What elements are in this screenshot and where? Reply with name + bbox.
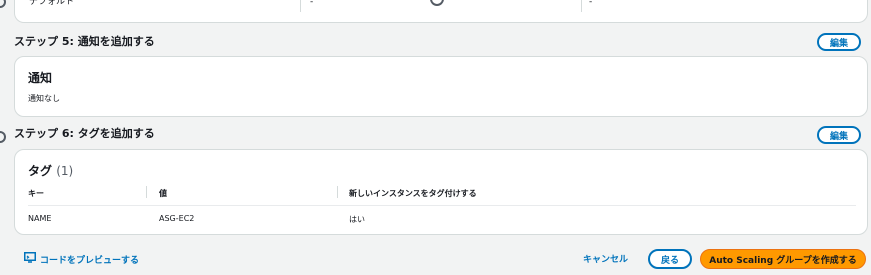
top-cell-1: デフォルト (29, 0, 75, 7)
notification-body: 通知なし (28, 94, 60, 103)
step5-title: ステップ 5: 通知を追加する (14, 35, 155, 48)
cancel-button[interactable]: キャンセル (583, 252, 628, 265)
column-header-tag-new: 新しいインスタンスをタグ付けする (349, 189, 477, 198)
preview-code-link[interactable]: コードをプレビューする (24, 252, 139, 266)
edge-marker-icon (0, 0, 6, 8)
step6-edit-button[interactable]: 編集 (817, 126, 861, 144)
step5-edit-button[interactable]: 編集 (817, 33, 861, 51)
code-preview-icon (24, 252, 36, 266)
notification-panel: 通知 通知なし (14, 56, 868, 117)
column-header-key: キー (28, 189, 44, 198)
cell-key: NAME (28, 214, 52, 223)
column-divider (146, 186, 147, 198)
preview-code-label: コードをプレビューする (40, 255, 140, 266)
tags-heading: タグ (1) (28, 162, 73, 179)
cell-tag-new: はい (349, 215, 365, 224)
top-cell-3: - (589, 0, 593, 7)
tags-panel: タグ (1) キー 値 新しいインスタンスをタグ付けする NAME ASG-EC… (14, 149, 868, 235)
edge-marker-icon (0, 131, 6, 143)
top-cell-2: - (310, 0, 314, 7)
column-header-value: 値 (159, 189, 167, 198)
step6-title: ステップ 6: タグを追加する (14, 127, 155, 140)
divider (300, 0, 301, 12)
tags-heading-label: タグ (28, 164, 53, 178)
table-row-separator (28, 205, 856, 206)
cell-value: ASG-EC2 (159, 214, 195, 223)
tags-count: (1) (56, 164, 74, 178)
back-button[interactable]: 戻る (648, 249, 692, 269)
create-asg-button[interactable]: Auto Scaling グループを作成する (700, 249, 866, 269)
column-divider (337, 186, 338, 198)
divider (581, 0, 582, 12)
notification-heading: 通知 (28, 71, 53, 85)
